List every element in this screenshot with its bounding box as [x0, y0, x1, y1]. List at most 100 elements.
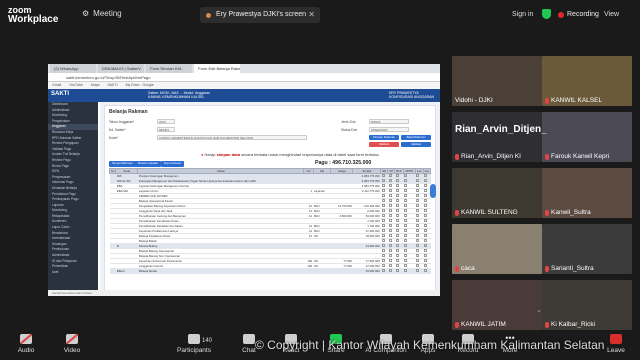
participant-name: Sarianti_Sultra [545, 265, 594, 272]
participant-tile[interactable]: caca [452, 224, 542, 274]
participant-tile[interactable]: KANWIL SULTENG [452, 168, 542, 218]
participant-name-text: Farouk Kanwil Kepri [551, 153, 610, 160]
table-row[interactable]: EBA.2 Belanja Modal 33.000.000 [109, 268, 431, 274]
browser-tab-active[interactable]: Form Edit Belanja Rakman [194, 64, 240, 73]
browser-tab[interactable]: DSN3MAX3 | SatkerV [98, 64, 144, 73]
share-banner-label: Ery Prawestya DJKI's screen [216, 11, 307, 18]
batal-rakman-button[interactable]: Batal Rakman [401, 135, 431, 140]
meeting-icon: ⚙ [82, 9, 90, 18]
status-label: Status Dok [341, 128, 358, 132]
panel-title: Belanja Rakman [109, 109, 148, 115]
tahun-label: Tahun Anggaran* [109, 120, 135, 124]
security-shield-icon[interactable] [542, 9, 551, 19]
bookmark[interactable]: Gmail [52, 82, 61, 89]
recording-indicator[interactable]: Recording [558, 11, 599, 18]
simpan-rakman-button[interactable]: Simpan Rakman [369, 135, 399, 140]
participant-tile[interactable]: Farouk Kanwil Kepri [542, 112, 632, 162]
participant-name-text: Vidohi - DJKI [455, 97, 493, 104]
cell-sat [313, 268, 331, 274]
cell-check[interactable] [403, 268, 416, 274]
participant-tile[interactable]: KANWIL JATIM [452, 280, 542, 330]
mic-muted-icon [545, 321, 549, 328]
warn-icon: ● [201, 152, 204, 157]
browser-tab[interactable]: Form Rincian KKL [146, 64, 192, 73]
jenis-field[interactable]: DIPA/A [369, 119, 409, 124]
address-bar[interactable]: sakti.kemenkeu.go.id/Tk/sp/Sl/RestApi/fr… [48, 73, 440, 82]
meeting-menu[interactable]: ⚙ Meeting [82, 9, 122, 18]
close-icon[interactable]: ✕ [308, 7, 315, 23]
participant-tile[interactable]: Vidohi - DJKI [452, 56, 542, 106]
participant-name: caca [455, 265, 475, 272]
cell-check[interactable] [380, 268, 388, 274]
mic-muted-icon [455, 265, 459, 272]
app-info: Satker: MGM...NAS ... Modul: Anggaran KA… [148, 91, 210, 99]
participant-name: Kanwil_Sultra [545, 209, 591, 216]
satker-field[interactable]: 683401 [157, 127, 175, 132]
video-button[interactable]: Video [52, 334, 92, 360]
status-field[interactable]: OPERATOR [369, 127, 409, 132]
participant-name-text: Ki Kalbar_Ricki [551, 321, 596, 328]
browser-status: Kanwil Kemenkumham Kalsel [48, 290, 440, 296]
bookmarks-bar: Gmail YouTube Maps SAKTI My Drive - Goog… [48, 82, 440, 89]
meeting-label: Meeting [93, 9, 122, 18]
view-button[interactable]: View [604, 11, 619, 18]
chevron-down-icon[interactable]: ⌄ [536, 306, 542, 314]
participant-name: Farouk Kanwil Kepri [545, 153, 609, 160]
active-speaker-caption: Rian_Arvin_Ditjen_ [455, 124, 547, 135]
cell-jumlah: 33.000.000 [352, 268, 381, 274]
participant-tile[interactable]: KANWIL KALSEL [542, 56, 632, 106]
validasi-button[interactable]: Validasi [369, 142, 399, 147]
share-banner[interactable]: Ery Prawestya DJKI's screen ✕ [200, 7, 320, 23]
signin-link[interactable]: Sign in [512, 11, 533, 18]
chat-icon [243, 334, 255, 344]
bookmark[interactable]: SAKTI [107, 82, 117, 89]
participant-tile[interactable]: Kanwil_Sultra [542, 168, 632, 218]
cell-check[interactable] [415, 268, 424, 274]
warn-rest: secara berkala untuk menghindari terputu… [241, 152, 380, 157]
cell-check[interactable] [394, 268, 404, 274]
cell-uraian: Belanja Modal [137, 268, 304, 274]
participant-name: KANWIL KALSEL [545, 97, 602, 104]
record-dot-icon [558, 11, 564, 18]
copyright-watermark: © Copyright | Kantor Wilayah Kemenkumham… [255, 338, 605, 352]
app-user[interactable]: ERY PRAWESTYA KONFIGURASI ANGGARAN [389, 91, 434, 99]
kode-field[interactable]: KANWIL KEMENTERIAN HUKUM DAN HAM KALIMAN… [157, 135, 307, 140]
tampil-rakman-button[interactable]: Tampil Rakman [109, 161, 136, 167]
sakti-logo: SAKTI [51, 91, 69, 97]
warn-prefix: Harap [204, 152, 216, 157]
sakti-sidebar: Dashboard Administrasi Monitoring Pengelola… [48, 102, 98, 296]
warn-bold: simpan data [216, 152, 240, 157]
participant-name: Rian_Arvin_Ditjen KI [455, 153, 521, 160]
bookmark[interactable]: My Drive - Google [126, 82, 154, 89]
participant-tile[interactable]: Rian_Arvin_Ditjen KI [452, 112, 542, 162]
scroll-handle[interactable] [430, 184, 436, 198]
rakman-panel: Belanja Rakman Tahun Anggaran* 2023 Kd. … [104, 105, 436, 291]
browser-tab[interactable]: (2) WhatsApp [50, 64, 96, 73]
pagu-total: Pagu : 496.710.325.000 [315, 160, 372, 166]
satker-label: Kd. Satker* [109, 128, 126, 132]
column-header[interactable]: Lok [414, 168, 424, 174]
camera-off-icon [66, 334, 78, 344]
participant-tile[interactable]: Sarianti_Sultra [542, 224, 632, 274]
video-label: Video [63, 347, 81, 354]
cell-check[interactable] [423, 268, 431, 274]
cell-check[interactable] [387, 268, 395, 274]
participant-name-text: caca [461, 265, 475, 272]
bookmark[interactable]: Maps [91, 82, 100, 89]
top-bar: zoom Workplace ⚙ Meeting Ery Prawestya D… [0, 0, 640, 30]
mic-muted-icon [455, 321, 459, 328]
participant-name-text: Sarianti_Sultra [551, 265, 594, 272]
leave-icon [610, 334, 622, 344]
validasi-button-2[interactable]: Validasi [401, 142, 431, 147]
bookmark[interactable]: YouTube [69, 82, 83, 89]
export-excel-button[interactable]: Export Excel [161, 161, 184, 167]
participant-tile[interactable]: Ki Kalbar_Ricki [542, 280, 632, 330]
logo-line2: Workplace [8, 14, 59, 25]
tahun-field[interactable]: 2023 [157, 119, 175, 124]
zoom-logo: zoom Workplace [8, 6, 59, 25]
mic-muted-icon [545, 153, 549, 160]
audio-button[interactable]: Audio [6, 334, 46, 360]
sidebar-item[interactable]: Aset [48, 270, 98, 276]
app-info-line: KANWIL KEMENKUMHAM KALSEL [148, 95, 205, 99]
rekam-header-button[interactable]: Rekam Header [135, 161, 162, 167]
